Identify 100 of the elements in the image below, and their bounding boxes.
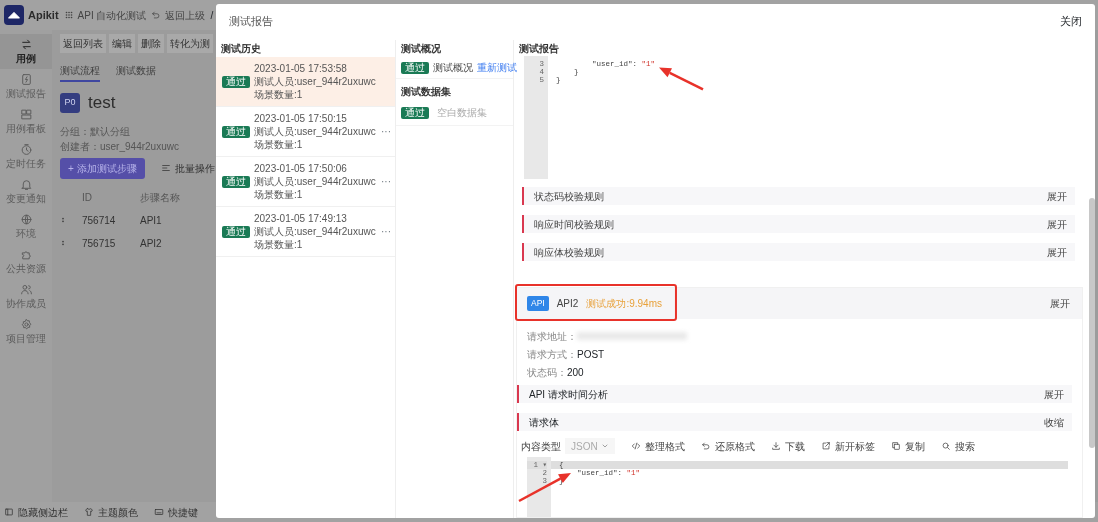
batch-button[interactable]: 批量操作	[160, 160, 215, 176]
expand-button[interactable]: 展开	[1047, 188, 1067, 204]
footer-button[interactable]: 快捷键	[154, 504, 198, 520]
toolbar-button[interactable]: 下载	[771, 438, 805, 454]
history-item[interactable]: 通过 2023-01-05 17:50:15 测试人员:user_944r2uxuwc 场景数量:1 ···	[216, 107, 395, 158]
toggle-button[interactable]: 收缩	[1044, 414, 1064, 430]
keyboard-icon	[154, 507, 164, 517]
tab[interactable]: 测试流程	[60, 61, 100, 82]
status-badge: 通过	[222, 75, 250, 88]
toolbar-button[interactable]: 复制	[891, 438, 925, 454]
column-title: 测试报告	[518, 41, 560, 56]
code-icon	[631, 441, 641, 451]
chevron-down-icon	[601, 442, 609, 450]
status-badge: 通过	[222, 125, 250, 138]
tester: 测试人员:user_944r2uxuwc	[254, 225, 377, 239]
run-time: 2023-01-05 17:49:13	[254, 212, 348, 226]
section-title: 测试数据集	[400, 85, 452, 100]
api-badge: API	[527, 296, 549, 311]
status-badge: 通过	[401, 106, 429, 119]
history-item[interactable]: 通过 2023-01-05 17:50:06 测试人员:user_944r2uxuwc 场景数量:1 ···	[216, 157, 395, 208]
shirt-icon	[84, 507, 94, 517]
field-value: POST	[577, 347, 605, 362]
more-button[interactable]: ···	[381, 124, 391, 140]
external-link-icon	[821, 441, 831, 451]
document-icon	[19, 72, 33, 86]
search-icon	[941, 441, 951, 451]
toolbar-button[interactable]: 返回列表	[60, 34, 106, 53]
toolbar-button[interactable]: 还原格式	[701, 438, 755, 454]
back-icon	[151, 10, 162, 20]
breadcrumb-separator: /	[210, 8, 214, 23]
people-icon	[19, 282, 33, 296]
toolbar-button[interactable]: 编辑	[109, 34, 135, 53]
bell-icon	[19, 177, 33, 191]
api-name: API2	[556, 297, 579, 311]
history-item[interactable]: 通过 2023-01-05 17:53:58 测试人员:user_944r2uxuwc 场景数量:1	[216, 57, 395, 108]
more-button[interactable]: ···	[381, 174, 391, 190]
column-title: 测试历史	[220, 42, 262, 57]
tester: 测试人员:user_944r2uxuwc	[254, 125, 377, 139]
column-header: ID	[82, 191, 93, 205]
scrollbar-thumb[interactable]	[1089, 198, 1095, 449]
content-type-label: 内容类型	[521, 439, 561, 454]
field-value: 200	[567, 365, 584, 380]
list-icon	[160, 163, 171, 173]
close-button[interactable]: 关闭	[1060, 14, 1082, 31]
add-step-button[interactable]: + 添加测试步骤	[60, 157, 145, 179]
toolbar-button[interactable]: 整理格式	[631, 438, 685, 454]
logo-text: Apikit	[28, 7, 59, 23]
settings-icon	[19, 317, 33, 331]
sidebar-item[interactable]: 用例看板	[0, 104, 52, 139]
rule-title: 响应体校验规则	[534, 245, 604, 260]
run-time: 2023-01-05 17:50:15	[254, 112, 348, 126]
footer-button[interactable]: 隐藏侧边栏	[4, 504, 68, 520]
column-title: 测试概况	[400, 42, 442, 57]
field-label: 请求地址：	[527, 329, 577, 344]
toolbar-button[interactable]: 新开标签	[821, 438, 875, 454]
retest-link[interactable]: 重新测试	[477, 60, 517, 76]
annotation-arrow	[518, 473, 571, 503]
run-time: 2023-01-05 17:53:58	[254, 62, 348, 76]
column-header: 步骤名称	[140, 191, 181, 205]
scenario-count: 场景数量:1	[254, 138, 304, 152]
section-title: API 请求时间分析	[529, 387, 608, 402]
back-link[interactable]: 返回上级	[165, 7, 206, 23]
tester: 测试人员:user_944r2uxuwc	[254, 175, 377, 189]
clock-icon	[19, 142, 33, 156]
run-time: 2023-01-05 17:50:06	[254, 162, 348, 176]
scenario-count: 场景数量:1	[254, 238, 304, 252]
table-cell-text: 756715	[82, 236, 117, 251]
expand-button[interactable]: 展开	[1050, 296, 1070, 311]
scenario-count: 场景数量:1	[254, 188, 304, 202]
history-item[interactable]: 通过 2023-01-05 17:49:13 测试人员:user_944r2uxuwc 场景数量:1 ···	[216, 207, 395, 258]
sidebar-item[interactable]: 项目管理	[0, 314, 52, 349]
sidebar-item[interactable]: 协作成员	[0, 279, 52, 314]
copy-icon	[891, 441, 901, 451]
case-title: test	[88, 92, 116, 114]
annotation-arrow	[659, 67, 704, 91]
project-name[interactable]: API 自动化测试	[77, 7, 147, 23]
toolbar-button[interactable]: 删除	[138, 34, 164, 53]
dialog-title: 测试报告	[229, 14, 273, 30]
expand-button[interactable]: 展开	[1047, 216, 1067, 232]
expand-button[interactable]: 展开	[1047, 244, 1067, 260]
table-cell-text: 756714	[82, 213, 117, 228]
toggle-button[interactable]: 展开	[1044, 386, 1064, 402]
table-cell-text: API1	[140, 213, 162, 228]
sidebar-item[interactable]: 定时任务	[0, 139, 52, 174]
grid-icon	[63, 10, 74, 20]
undo-icon	[701, 441, 711, 451]
toolbar-button[interactable]: 搜索	[941, 438, 975, 454]
tab[interactable]: 测试数据	[116, 61, 156, 82]
logo-icon	[4, 5, 24, 25]
priority-badge: P0	[60, 92, 80, 113]
tester: 测试人员:user_944r2uxuwc	[254, 75, 377, 89]
rule-title: 响应时间校验规则	[534, 217, 614, 232]
overview-item[interactable]: 测试概况	[433, 60, 473, 76]
sidebar-item[interactable]: 用例	[0, 34, 52, 69]
more-button[interactable]: ···	[381, 224, 391, 240]
sidebar-icon	[4, 507, 14, 517]
footer-button[interactable]: 主题颜色	[84, 504, 138, 520]
rule-title: 状态码校验规则	[534, 189, 604, 204]
field-label: 状态码：	[527, 365, 567, 380]
toolbar-button[interactable]: 转化为测	[167, 34, 213, 53]
